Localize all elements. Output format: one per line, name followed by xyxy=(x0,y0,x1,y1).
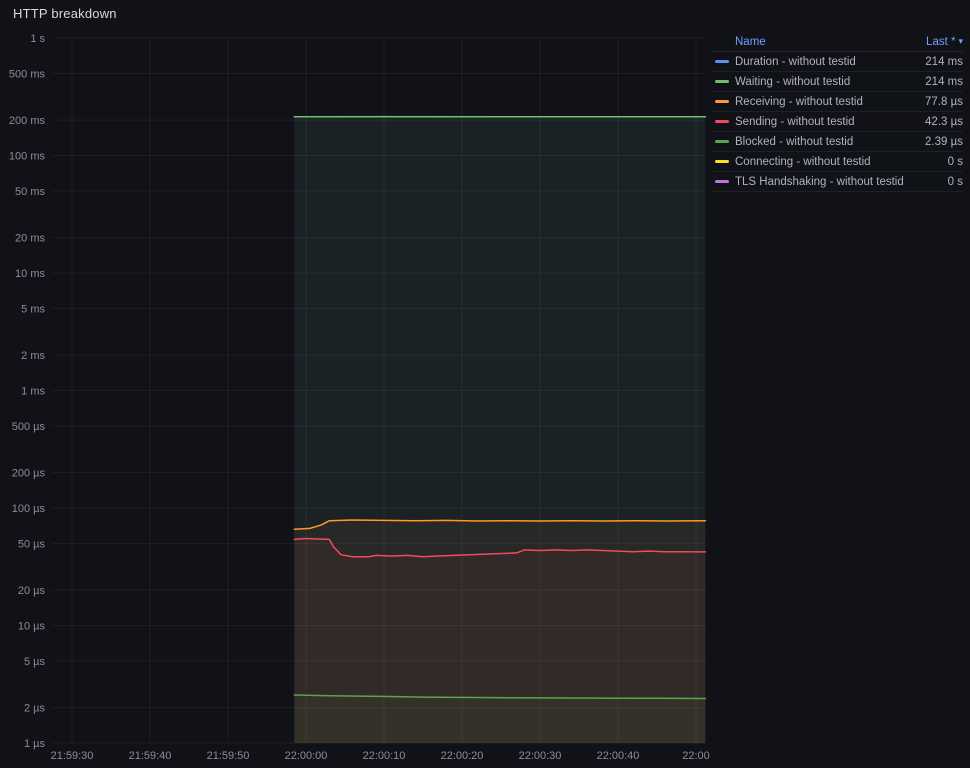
x-axis-tick-label: 22:00:00 xyxy=(285,750,328,762)
series-last-value: 214 ms xyxy=(925,55,963,68)
http-breakdown-panel: HTTP breakdown 1 s 500 ms 200 ms 100 ms 50 m… xyxy=(0,0,970,768)
series-name: Blocked - without testid xyxy=(735,135,854,148)
legend-row[interactable]: TLS Handshaking - without testid 0 s xyxy=(712,172,963,192)
series-last-value: 2.39 µs xyxy=(925,135,963,148)
y-axis-tick-label: 2 µs xyxy=(24,703,46,715)
legend-header: Name Last * ▾ xyxy=(712,32,963,52)
series-color-marker xyxy=(715,120,729,123)
x-axis-tick-label: 21:59:40 xyxy=(129,750,172,762)
legend-row[interactable]: Waiting - without testid 214 ms xyxy=(712,72,963,92)
series-name: Duration - without testid xyxy=(735,55,856,68)
legend: Name Last * ▾ Duration - without testid 2… xyxy=(712,32,963,192)
series-color-marker xyxy=(715,140,729,143)
series-color-marker xyxy=(715,160,729,163)
legend-row[interactable]: Blocked - without testid 2.39 µs xyxy=(712,132,963,152)
series-fill xyxy=(294,695,706,743)
y-axis-tick-label: 1 ms xyxy=(21,386,45,398)
y-axis-tick-label: 100 µs xyxy=(12,503,46,515)
x-axis-tick-label: 22:00:40 xyxy=(597,750,640,762)
y-axis-tick-label: 500 µs xyxy=(12,421,46,433)
y-axis-tick-label: 200 ms xyxy=(9,115,46,127)
y-axis-tick-label: 100 ms xyxy=(9,151,46,163)
series-last-value: 214 ms xyxy=(925,75,963,88)
y-axis-tick-label: 10 ms xyxy=(15,268,45,280)
series-last-value: 0 s xyxy=(947,175,963,188)
series-color-marker xyxy=(715,80,729,83)
panel-title[interactable]: HTTP breakdown xyxy=(13,6,117,21)
y-axis-tick-label: 50 ms xyxy=(15,186,45,198)
sort-descending-icon: ▾ xyxy=(958,36,963,46)
y-axis-tick-label: 500 ms xyxy=(9,68,46,80)
series-name: TLS Handshaking - without testid xyxy=(735,175,904,188)
series-name: Receiving - without testid xyxy=(735,95,863,108)
legend-row[interactable]: Connecting - without testid 0 s xyxy=(712,152,963,172)
legend-rows: Duration - without testid 214 ms Waiting -… xyxy=(712,52,963,192)
y-axis-tick-label: 5 ms xyxy=(21,303,45,315)
legend-sort-last-label: Last * xyxy=(926,35,956,48)
y-axis-tick-label: 50 µs xyxy=(18,538,46,550)
series-color-marker xyxy=(715,100,729,103)
y-axis-tick-label: 10 µs xyxy=(18,621,46,633)
x-axis-tick-label: 21:59:50 xyxy=(207,750,250,762)
series-last-value: 77.8 µs xyxy=(925,95,963,108)
series-name: Connecting - without testid xyxy=(735,155,871,168)
series-color-marker xyxy=(715,180,729,183)
y-axis-tick-label: 200 µs xyxy=(12,468,46,480)
legend-row[interactable]: Duration - without testid 214 ms xyxy=(712,52,963,72)
legend-row[interactable]: Sending - without testid 42.3 µs xyxy=(712,112,963,132)
y-axis-tick-label: 20 ms xyxy=(15,233,45,245)
x-axis-tick-label: 22:00:20 xyxy=(441,750,484,762)
y-axis-tick-label: 1 µs xyxy=(24,738,46,750)
x-axis-tick-label: 22:00:30 xyxy=(519,750,562,762)
y-axis-tick-label: 1 s xyxy=(30,33,45,45)
legend-sort-name[interactable]: Name xyxy=(735,36,766,48)
series-name: Waiting - without testid xyxy=(735,75,851,88)
series-color-marker xyxy=(715,60,729,63)
x-axis-tick-label: 22:00 xyxy=(682,750,710,762)
y-axis-tick-label: 20 µs xyxy=(18,585,46,597)
series-name: Sending - without testid xyxy=(735,115,855,128)
y-axis-tick-label: 5 µs xyxy=(24,656,46,668)
legend-sort-last[interactable]: Last * ▾ xyxy=(926,36,963,48)
x-axis-tick-label: 22:00:10 xyxy=(363,750,406,762)
x-axis-tick-label: 21:59:30 xyxy=(51,750,94,762)
y-axis-tick-label: 2 ms xyxy=(21,350,45,362)
series-last-value: 42.3 µs xyxy=(925,115,963,128)
legend-row[interactable]: Receiving - without testid 77.8 µs xyxy=(712,92,963,112)
series-last-value: 0 s xyxy=(947,155,963,168)
